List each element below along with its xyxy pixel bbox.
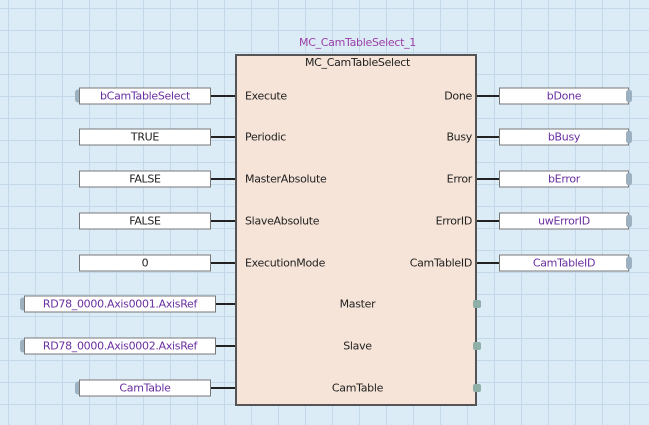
pin-execute: Execute	[245, 89, 287, 103]
input-variable-master[interactable]: RD78_0000.Axis0001.AxisRef	[24, 295, 216, 313]
input-wire-periodic	[211, 136, 235, 138]
input-variable-slave-absolute[interactable]: FALSE	[79, 212, 211, 230]
pin-execution-mode: ExecutionMode	[245, 256, 326, 270]
input-variable-slave[interactable]: RD78_0000.Axis0002.AxisRef	[24, 337, 216, 355]
input-variable-execution-mode[interactable]: 0	[79, 254, 211, 272]
output-wire-cam-table-id	[477, 262, 499, 264]
pin-slave-absolute: SlaveAbsolute	[245, 214, 320, 228]
input-wire-slave-absolute	[211, 220, 235, 222]
output-wire-error	[477, 178, 499, 180]
output-variable-error-id[interactable]: uwErrorID	[499, 212, 629, 230]
output-connector-done[interactable]	[626, 89, 632, 103]
input-variable-execute[interactable]: bCamTableSelect	[79, 87, 211, 105]
input-wire-cam-table	[211, 387, 235, 389]
pin-busy: Busy	[446, 130, 472, 144]
output-connector-cam-table-id[interactable]	[626, 256, 632, 270]
output-variable-done[interactable]: bDone	[499, 87, 629, 105]
input-variable-master-absolute[interactable]: FALSE	[79, 170, 211, 188]
pin-error: Error	[446, 172, 473, 186]
function-block[interactable]	[235, 54, 477, 406]
output-stub-master[interactable]	[473, 300, 481, 308]
output-connector-error[interactable]	[626, 172, 632, 186]
input-wire-execute	[211, 95, 235, 97]
output-variable-error[interactable]: bError	[499, 170, 629, 188]
pin-cam-table: CamTable	[331, 381, 384, 395]
output-variable-cam-table-id[interactable]: CamTableID	[499, 254, 629, 272]
input-variable-cam-table[interactable]: CamTable	[79, 379, 211, 397]
pin-slave: Slave	[343, 339, 372, 353]
output-variable-busy[interactable]: bBusy	[499, 128, 629, 146]
output-connector-error-id[interactable]	[626, 214, 632, 228]
pin-error-id: ErrorID	[435, 214, 473, 228]
pin-master-absolute: MasterAbsolute	[245, 172, 327, 186]
input-wire-master-absolute	[211, 178, 235, 180]
output-stub-cam-table[interactable]	[473, 384, 481, 392]
pin-cam-table-id: CamTableID	[409, 256, 473, 270]
output-wire-done	[477, 95, 499, 97]
output-connector-busy[interactable]	[626, 130, 632, 144]
input-wire-master	[216, 303, 235, 305]
input-variable-periodic[interactable]: TRUE	[79, 128, 211, 146]
pin-done: Done	[444, 89, 472, 103]
input-wire-execution-mode	[211, 262, 235, 264]
pin-master: Master	[339, 297, 376, 311]
pin-periodic: Periodic	[245, 130, 287, 144]
output-wire-busy	[477, 136, 499, 138]
output-stub-slave[interactable]	[473, 342, 481, 350]
ladder-canvas[interactable]: MC_CamTableSelect_1 MC_CamTableSelect bC…	[0, 0, 649, 425]
fb-instance-name[interactable]: MC_CamTableSelect_1	[235, 36, 480, 49]
fb-type-name: MC_CamTableSelect	[304, 56, 411, 69]
output-wire-error-id	[477, 220, 499, 222]
input-wire-slave	[216, 345, 235, 347]
